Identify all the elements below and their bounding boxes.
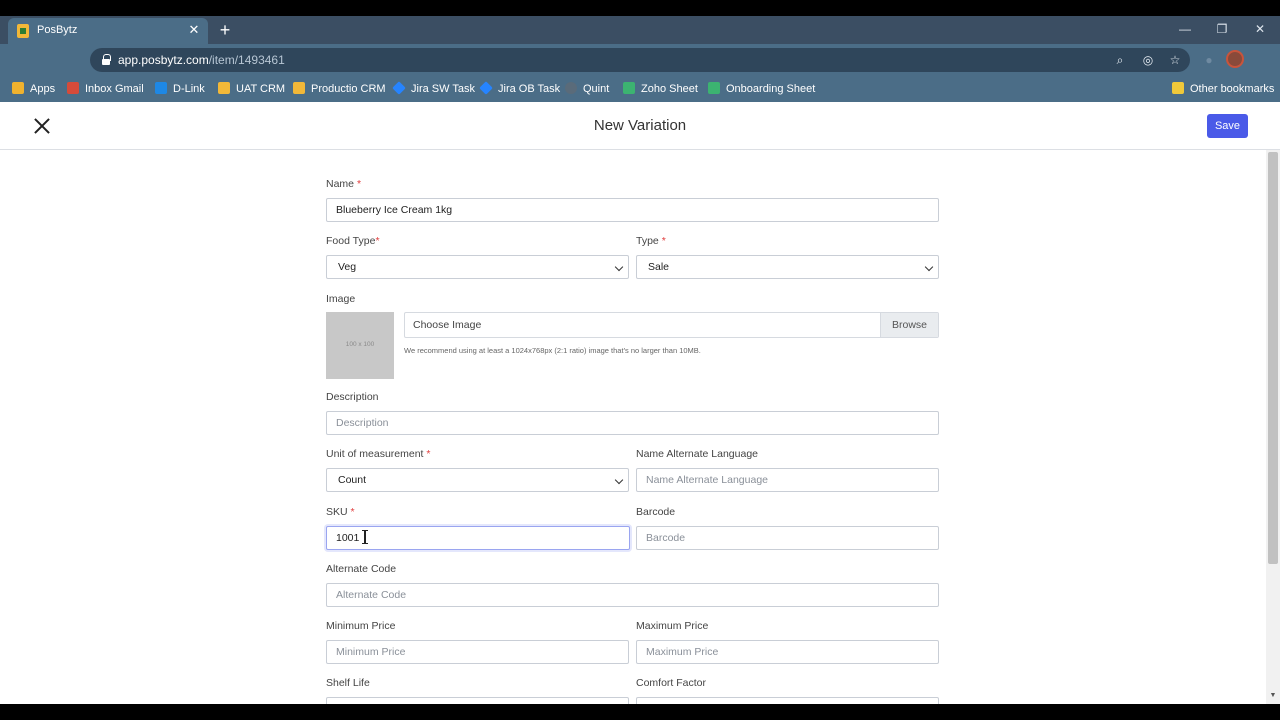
browse-button[interactable]: Browse: [880, 313, 938, 337]
image-file-input[interactable]: Choose Image Browse: [404, 312, 939, 338]
uom-select[interactable]: Count: [326, 468, 629, 492]
jira-icon: [479, 81, 493, 95]
save-button[interactable]: Save: [1207, 114, 1248, 138]
type-select[interactable]: Sale: [636, 255, 939, 279]
bookmark-dlink[interactable]: D-Link: [155, 80, 205, 98]
comfort-factor-label: Comfort Factor: [636, 677, 707, 689]
jira-icon: [392, 81, 406, 95]
page-content: New Variation Save Name * Blueberry Ice …: [0, 102, 1280, 704]
browser-tab[interactable]: PosBytz ✕: [8, 18, 208, 44]
zoom-search-icon[interactable]: ⌕: [1111, 51, 1129, 69]
type-label: Type *: [636, 235, 666, 247]
alternate-code-label: Alternate Code: [326, 563, 397, 575]
folder-icon: [1172, 82, 1184, 94]
crm-icon: [218, 82, 230, 94]
eye-off-icon[interactable]: ◎: [1139, 51, 1157, 69]
apps-grid-icon: [12, 82, 24, 94]
choose-image-label: Choose Image: [413, 319, 482, 331]
address-bar[interactable]: app.posbytz.com/item/1493461 ⌕ ◎ ☆: [90, 48, 1190, 72]
image-preview: 100 x 100: [326, 312, 394, 379]
tab-strip: PosBytz ✕ + — ❐ ✕: [0, 16, 1280, 44]
minimize-icon[interactable]: —: [1176, 20, 1194, 38]
food-type-label: Food Type*: [326, 235, 380, 247]
restore-icon[interactable]: ❐: [1213, 20, 1231, 38]
description-input[interactable]: Description: [326, 411, 939, 435]
food-type-select[interactable]: Veg: [326, 255, 629, 279]
tab-title: PosBytz: [37, 24, 78, 36]
sku-input[interactable]: 1001: [326, 526, 630, 550]
name-label: Name *: [326, 178, 362, 190]
comfort-factor-input[interactable]: [636, 697, 939, 704]
dlink-icon: [155, 82, 167, 94]
bookmark-jira-sw-task[interactable]: Jira SW Task: [392, 80, 475, 98]
min-price-label: Minimum Price: [326, 620, 396, 632]
bookmark-zoho-sheet[interactable]: Zoho Sheet: [623, 80, 698, 98]
zoho-sheet-icon: [623, 82, 635, 94]
modal-header: New Variation Save: [0, 102, 1280, 150]
chevron-down-icon: [614, 475, 624, 485]
uom-label: Unit of measurement *: [326, 448, 431, 460]
description-label: Description: [326, 391, 379, 403]
chevron-down-icon: [614, 262, 624, 272]
other-bookmarks[interactable]: Other bookmarks: [1172, 80, 1274, 98]
star-bookmark-icon[interactable]: ☆: [1166, 51, 1184, 69]
window-close-icon[interactable]: ✕: [1251, 20, 1269, 38]
screen-top-edge: [0, 0, 1280, 16]
image-hint: We recommend using at least a 1024x768px…: [404, 346, 701, 355]
min-price-input[interactable]: Minimum Price: [326, 640, 629, 664]
browser-toolbar: app.posbytz.com/item/1493461 ⌕ ◎ ☆ ●: [0, 44, 1280, 76]
alt-language-input[interactable]: Name Alternate Language: [636, 468, 939, 492]
scroll-down-icon[interactable]: ▼: [1269, 692, 1277, 699]
bookmark-onboarding-sheet[interactable]: Onboarding Sheet: [708, 80, 815, 98]
bookmark-production-crm[interactable]: Productio CRM: [293, 80, 386, 98]
zoho-sheet-icon: [708, 82, 720, 94]
gmail-icon: [67, 82, 79, 94]
bookmark-quint[interactable]: Quint: [565, 80, 609, 98]
crm-icon: [293, 82, 305, 94]
url-text: app.posbytz.com/item/1493461: [118, 53, 285, 67]
max-price-label: Maximum Price: [636, 620, 709, 632]
page-title: New Variation: [593, 117, 687, 134]
text-cursor-icon: [362, 530, 368, 544]
posbytz-favicon-icon: [17, 24, 29, 38]
extension-icon[interactable]: ●: [1200, 51, 1218, 69]
profile-avatar[interactable]: [1226, 50, 1244, 68]
alternate-code-input[interactable]: Alternate Code: [326, 583, 939, 607]
browser-window: PosBytz ✕ + — ❐ ✕ app.posbytz.com/item/1…: [0, 0, 1280, 720]
barcode-input[interactable]: Barcode: [636, 526, 939, 550]
shelf-life-label: Shelf Life: [326, 677, 370, 689]
name-input[interactable]: Blueberry Ice Cream 1kg: [326, 198, 939, 222]
page-scrollbar[interactable]: ▼: [1266, 150, 1280, 704]
sku-label: SKU *: [326, 506, 355, 518]
max-price-input[interactable]: Maximum Price: [636, 640, 939, 664]
bookmark-inbox-gmail[interactable]: Inbox Gmail: [67, 80, 144, 98]
quint-icon: [565, 82, 577, 94]
chevron-down-icon: [924, 262, 934, 272]
lock-icon: [102, 54, 111, 65]
image-label: Image: [326, 293, 356, 305]
bookmark-apps[interactable]: Apps: [12, 80, 55, 98]
alt-language-label: Name Alternate Language: [636, 448, 759, 460]
barcode-label: Barcode: [636, 506, 676, 518]
scrollbar-thumb[interactable]: [1268, 152, 1278, 564]
new-tab-icon[interactable]: +: [215, 20, 235, 40]
bookmark-jira-ob-task[interactable]: Jira OB Task: [479, 80, 560, 98]
close-tab-icon[interactable]: ✕: [186, 22, 202, 38]
bookmarks-bar: Apps Inbox Gmail D-Link UAT CRM Producti…: [0, 76, 1280, 102]
screen-bottom-edge: [0, 704, 1280, 720]
shelf-life-input[interactable]: [326, 697, 629, 704]
bookmark-uat-crm[interactable]: UAT CRM: [218, 80, 285, 98]
